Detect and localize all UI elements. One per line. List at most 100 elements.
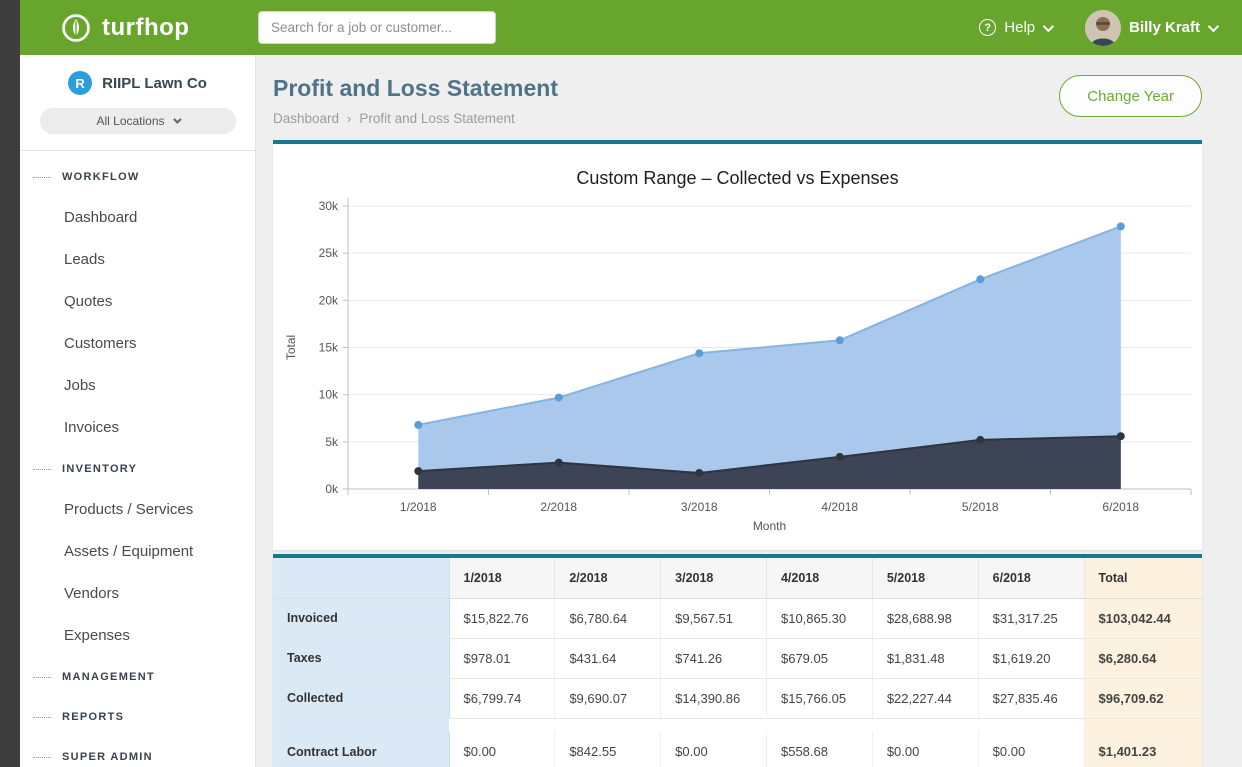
svg-text:30k: 30k xyxy=(319,199,339,213)
sidebar-item-expenses[interactable]: Expenses xyxy=(20,615,255,657)
table-header-6-2018: 6/2018 xyxy=(978,558,1084,598)
topbar: turfhop ? Help Billy Kraft xyxy=(20,0,1242,55)
table-row-taxes: Taxes$978.01$431.64$741.26$679.05$1,831.… xyxy=(273,638,1202,678)
svg-text:6/2018: 6/2018 xyxy=(1102,500,1139,514)
cell-value: $0.00 xyxy=(872,732,978,767)
breadcrumb: Dashboard › Profit and Loss Statement xyxy=(273,111,558,126)
help-label: Help xyxy=(1004,19,1035,36)
svg-text:5/2018: 5/2018 xyxy=(962,500,999,514)
sidebar-item-assets-equipment[interactable]: Assets / Equipment xyxy=(20,531,255,573)
page-head: Profit and Loss Statement Dashboard › Pr… xyxy=(273,75,1202,126)
pl-table-card: 1/20182/20183/20184/20185/20186/2018Tota… xyxy=(273,554,1202,767)
svg-text:4/2018: 4/2018 xyxy=(821,500,858,514)
cell-value: $842.55 xyxy=(555,732,661,767)
sidebar-nav: WORKFLOWDashboardLeadsQuotesCustomersJob… xyxy=(20,151,255,767)
cell-value: $10,865.30 xyxy=(766,598,872,638)
svg-text:Month: Month xyxy=(753,519,786,533)
cell-value: $978.01 xyxy=(449,638,555,678)
page-title: Profit and Loss Statement xyxy=(273,75,558,102)
cell-value: $9,690.07 xyxy=(555,678,661,718)
nav-section-reports: REPORTS xyxy=(20,697,255,737)
row-total: $1,401.23 xyxy=(1084,732,1202,767)
locations-label: All Locations xyxy=(96,114,164,128)
cell-value: $558.68 xyxy=(766,732,872,767)
cell-value: $6,780.64 xyxy=(555,598,661,638)
sidebar-item-customers[interactable]: Customers xyxy=(20,323,255,365)
sidebar-item-jobs[interactable]: Jobs xyxy=(20,365,255,407)
cell-value: $1,619.20 xyxy=(978,638,1084,678)
sidebar-item-products-services[interactable]: Products / Services xyxy=(20,489,255,531)
cell-value: $9,567.51 xyxy=(661,598,767,638)
app: turfhop ? Help Billy Kraft R xyxy=(20,0,1242,767)
table-row-collected: Collected$6,799.74$9,690.07$14,390.86$15… xyxy=(273,678,1202,718)
svg-text:20k: 20k xyxy=(319,293,339,307)
cell-value: $0.00 xyxy=(978,732,1084,767)
company-row[interactable]: R RIIPL Lawn Co xyxy=(20,71,255,95)
table-header-3-2018: 3/2018 xyxy=(661,558,767,598)
svg-text:5k: 5k xyxy=(325,435,339,449)
sidebar-item-dashboard[interactable]: Dashboard xyxy=(20,197,255,239)
row-label: Contract Labor xyxy=(273,732,449,767)
change-year-button[interactable]: Change Year xyxy=(1059,75,1202,117)
table-header-2-2018: 2/2018 xyxy=(555,558,661,598)
sidebar-item-vendors[interactable]: Vendors xyxy=(20,573,255,615)
row-label: Collected xyxy=(273,678,449,718)
chart-title: Custom Range – Collected vs Expenses xyxy=(273,168,1202,189)
user-menu[interactable]: Billy Kraft xyxy=(1085,10,1216,46)
pl-chart: 0k5k10k15k20k25k30k1/20182/20183/20184/2… xyxy=(273,191,1201,536)
locations-dropdown[interactable]: All Locations xyxy=(40,108,236,134)
nav-section-super-admin: SUPER ADMIN xyxy=(20,737,255,767)
row-total: $103,042.44 xyxy=(1084,598,1202,638)
breadcrumb-dashboard[interactable]: Dashboard xyxy=(273,111,339,126)
table-header-4-2018: 4/2018 xyxy=(766,558,872,598)
svg-text:15k: 15k xyxy=(319,341,339,355)
chevron-down-icon xyxy=(173,115,181,123)
search-input[interactable] xyxy=(258,11,496,44)
cell-value: $679.05 xyxy=(766,638,872,678)
svg-text:25k: 25k xyxy=(319,246,339,260)
table-row-contract-labor: Contract Labor$0.00$842.55$0.00$558.68$0… xyxy=(273,732,1202,767)
main-content: Profit and Loss Statement Dashboard › Pr… xyxy=(256,55,1242,767)
nav-section-management: MANAGEMENT xyxy=(20,657,255,697)
user-name: Billy Kraft xyxy=(1129,19,1200,36)
turfhop-logo-icon xyxy=(60,12,92,44)
cell-value: $6,799.74 xyxy=(449,678,555,718)
svg-text:10k: 10k xyxy=(319,388,339,402)
cell-value: $15,766.05 xyxy=(766,678,872,718)
turfhop-logo[interactable]: turfhop xyxy=(60,12,258,44)
cell-value: $1,831.48 xyxy=(872,638,978,678)
company-name: RIIPL Lawn Co xyxy=(102,75,207,92)
pl-table: 1/20182/20183/20184/20185/20186/2018Tota… xyxy=(273,558,1202,767)
nav-section-inventory: INVENTORY xyxy=(20,449,255,489)
chevron-down-icon xyxy=(1208,20,1219,31)
table-row-invoiced: Invoiced$15,822.76$6,780.64$9,567.51$10,… xyxy=(273,598,1202,638)
sidebar-item-quotes[interactable]: Quotes xyxy=(20,281,255,323)
chart-card: Custom Range – Collected vs Expenses 0k5… xyxy=(273,140,1202,550)
window-edge xyxy=(0,0,20,767)
cell-value: $27,835.46 xyxy=(978,678,1084,718)
cell-value: $0.00 xyxy=(661,732,767,767)
cell-value: $14,390.86 xyxy=(661,678,767,718)
sidebar-item-leads[interactable]: Leads xyxy=(20,239,255,281)
sidebar: R RIIPL Lawn Co All Locations WORKFLOWDa… xyxy=(20,55,256,767)
row-total: $96,709.62 xyxy=(1084,678,1202,718)
avatar xyxy=(1085,10,1121,46)
sidebar-item-invoices[interactable]: Invoices xyxy=(20,407,255,449)
table-header-1-2018: 1/2018 xyxy=(449,558,555,598)
svg-text:Total: Total xyxy=(284,335,298,360)
row-total: $6,280.64 xyxy=(1084,638,1202,678)
help-icon: ? xyxy=(979,19,996,36)
cell-value: $28,688.98 xyxy=(872,598,978,638)
cell-value: $15,822.76 xyxy=(449,598,555,638)
svg-text:1/2018: 1/2018 xyxy=(400,500,437,514)
breadcrumb-separator-icon: › xyxy=(347,111,351,126)
table-header-total: Total xyxy=(1084,558,1202,598)
help-menu[interactable]: ? Help xyxy=(979,19,1051,36)
breadcrumb-current: Profit and Loss Statement xyxy=(359,111,514,126)
cell-value: $22,227.44 xyxy=(872,678,978,718)
table-header-blank xyxy=(273,558,449,598)
table-header-5-2018: 5/2018 xyxy=(872,558,978,598)
svg-text:3/2018: 3/2018 xyxy=(681,500,718,514)
company-badge: R xyxy=(68,71,92,95)
row-label: Invoiced xyxy=(273,598,449,638)
